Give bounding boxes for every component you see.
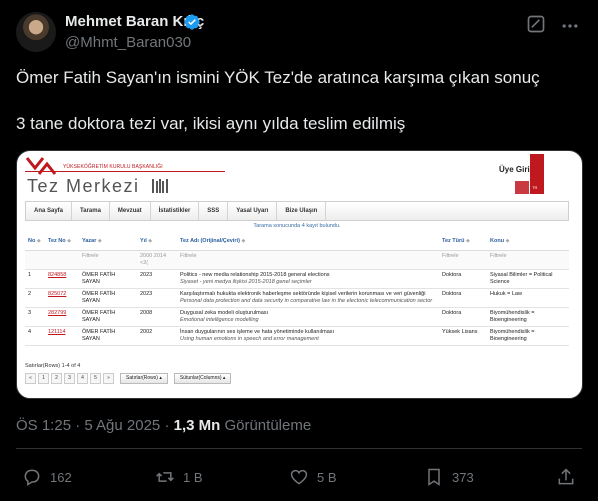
thesis-link[interactable]: 824858 — [48, 272, 66, 278]
more-options-icon[interactable] — [560, 16, 580, 36]
repost-icon — [156, 472, 174, 482]
table-header-row: No ◆ Tez No ◆ Yazar ◆ Yıl ◆ Tez Adı (Ori… — [25, 233, 569, 251]
header-divider — [25, 171, 225, 172]
thesis-link[interactable]: 282799 — [48, 310, 66, 316]
yok-logo-icon — [25, 157, 57, 175]
page-last-button[interactable]: » — [103, 373, 114, 384]
nav-item-sss[interactable]: SSS — [199, 202, 229, 220]
filter-row: Filtrele 2000 2014 <2( Filtrele Filtrele… — [25, 250, 569, 270]
login-flag-icon: TR — [530, 154, 544, 194]
tweet-text: Ömer Fatih Sayan'ın ismini YÖK Tez'de ar… — [16, 67, 576, 135]
thesis-link[interactable]: 121114 — [48, 329, 66, 335]
filter-yil[interactable]: 2000 2014 <2( — [137, 250, 177, 270]
rows-button[interactable]: Satırlar(Rows) ▴ — [120, 373, 168, 384]
pagination: « 1 2 3 4 5 » Satırlar(Rows) ▴ Sütunlar(… — [25, 373, 232, 384]
divider — [16, 448, 582, 449]
filter-tez-adi[interactable]: Filtrele — [177, 250, 439, 270]
views-label: Görüntüleme — [220, 417, 312, 434]
repost-count: 1 B — [183, 469, 203, 485]
yok-caption: YÜKSEKÖĞRETİM KURULU BAŞKANLIĞI — [63, 164, 163, 170]
table-row: 1 824858 ÖMER FATİH SAYAN 2023 Politics … — [25, 269, 569, 289]
rows-info: Satırlar(Rows) 1-4 of 4 — [25, 363, 81, 369]
repost-button[interactable]: 1 B — [155, 467, 203, 487]
book-icon — [152, 179, 168, 193]
nav-item-yasal-uyari[interactable]: Yasal Uyarı — [228, 202, 278, 220]
tweet-line-2: 3 tane doktora tezi var, ikisi aynı yıld… — [16, 114, 406, 133]
login-flag-decoration — [515, 181, 529, 194]
verified-badge-icon — [184, 14, 200, 30]
col-yazar[interactable]: Yazar ◆ — [79, 233, 137, 251]
timestamp[interactable]: ÖS 1:25 · 5 Ağu 2025 · — [16, 417, 174, 434]
col-no[interactable]: No ◆ — [25, 233, 45, 251]
page-first-button[interactable]: « — [25, 373, 36, 384]
col-tez-no[interactable]: Tez No ◆ — [45, 233, 79, 251]
bookmark-button[interactable]: 373 — [424, 467, 474, 487]
filter-yazar[interactable]: Filtrele — [79, 250, 137, 270]
tweet-line-1: Ömer Fatih Sayan'ın ismini YÖK Tez'de ar… — [16, 68, 540, 87]
reply-button[interactable]: 162 — [22, 467, 72, 487]
page-1-button[interactable]: 1 — [38, 373, 49, 384]
col-yil[interactable]: Yıl ◆ — [137, 233, 177, 251]
thesis-link[interactable]: 825072 — [48, 291, 66, 297]
grok-icon[interactable] — [526, 14, 546, 34]
heart-icon — [290, 469, 308, 485]
reply-count: 162 — [50, 469, 72, 485]
tweet-image[interactable]: YÜKSEKÖĞRETİM KURULU BAŞKANLIĞI Tez Merk… — [16, 150, 583, 399]
nav-item-tarama[interactable]: Tarama — [72, 202, 110, 220]
filter-konu[interactable]: Filtrele — [487, 250, 569, 270]
results-table: No ◆ Tez No ◆ Yazar ◆ Yıl ◆ Tez Adı (Ori… — [25, 233, 569, 346]
page-3-button[interactable]: 3 — [64, 373, 75, 384]
page-5-button[interactable]: 5 — [90, 373, 101, 384]
col-tez-adi[interactable]: Tez Adı (Orijinal/Çeviri) ◆ — [177, 233, 439, 251]
col-tez-turu[interactable]: Tez Türü ◆ — [439, 233, 487, 251]
bookmark-count: 373 — [452, 469, 474, 485]
like-button[interactable]: 5 B — [289, 467, 337, 487]
tweet-meta: ÖS 1:25 · 5 Ağu 2025 · 1,3 Mn Görüntülem… — [16, 417, 311, 434]
site-nav: Ana Sayfa Tarama Mevzuat İstatistikler S… — [25, 201, 569, 221]
col-konu[interactable]: Konu ◆ — [487, 233, 569, 251]
columns-button[interactable]: Sütunlar(Columns) ▴ — [173, 373, 232, 384]
table-row: 4 121114 ÖMER FATİH SAYAN 2002 İnsan duy… — [25, 326, 569, 346]
view-count: 1,3 Mn — [173, 417, 221, 434]
nav-item-istatistikler[interactable]: İstatistikler — [151, 202, 200, 220]
page-4-button[interactable]: 4 — [77, 373, 88, 384]
avatar[interactable] — [16, 12, 56, 52]
site-title: Tez Merkezi — [27, 176, 140, 196]
like-count: 5 B — [317, 469, 337, 485]
nav-item-ana-sayfa[interactable]: Ana Sayfa — [26, 202, 73, 220]
scan-result-info: Tarama sonucunda 4 kayıt bulundu. — [253, 223, 341, 229]
reply-icon — [24, 469, 40, 486]
table-row: 2 825072 ÖMER FATİH SAYAN 2023 Karşılaşt… — [25, 288, 569, 308]
nav-item-bize-ulasin[interactable]: Bize Ulaşın — [277, 202, 327, 220]
share-button[interactable] — [556, 467, 584, 487]
table-row: 3 282799 ÖMER FATİH SAYAN 2008 Duygusal … — [25, 307, 569, 327]
bookmark-icon — [428, 468, 440, 486]
filter-tez-turu[interactable]: Filtrele — [439, 250, 487, 270]
nav-item-mevzuat[interactable]: Mevzuat — [110, 202, 151, 220]
page-2-button[interactable]: 2 — [51, 373, 62, 384]
author-handle[interactable]: @Mhmt_Baran030 — [65, 34, 191, 51]
share-icon — [558, 468, 574, 485]
